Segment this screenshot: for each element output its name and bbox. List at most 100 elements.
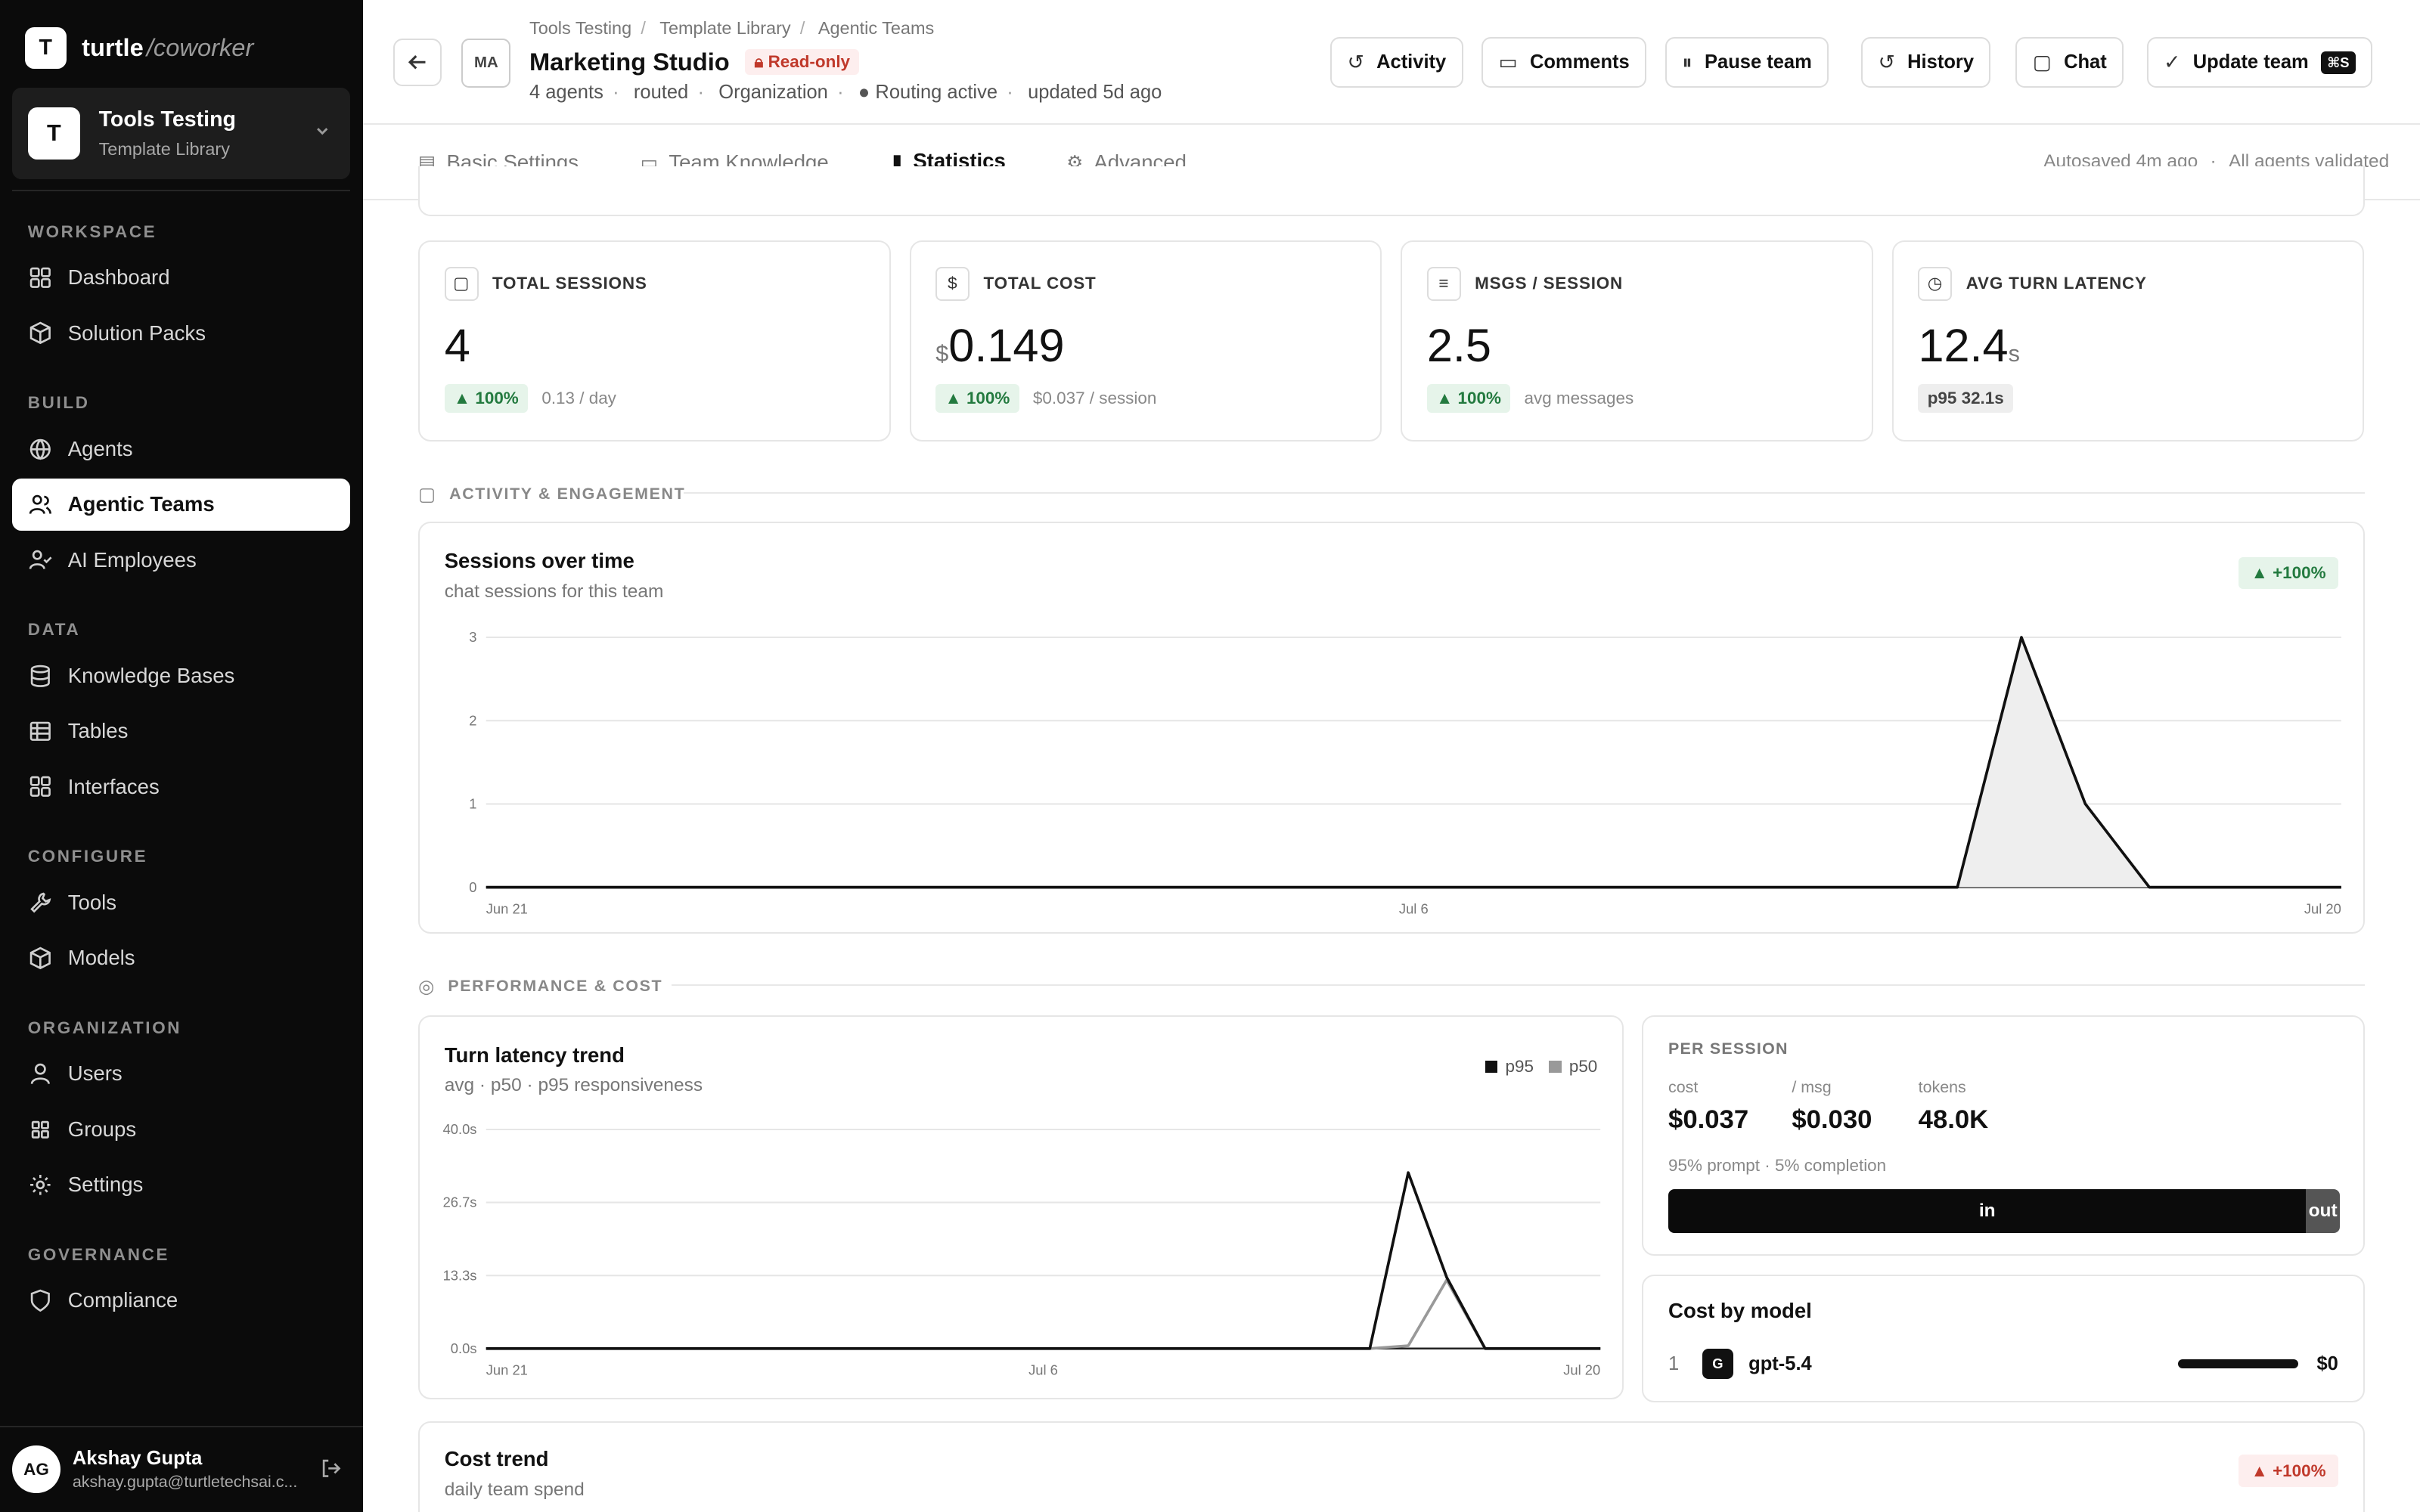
groups-icon	[28, 1117, 53, 1142]
gear-icon	[28, 1173, 53, 1198]
model-name: gpt-5.4	[1748, 1352, 1812, 1374]
sidebar-item-interfaces[interactable]: Interfaces	[12, 761, 350, 813]
workspace-sub: Template Library	[98, 138, 230, 159]
team-meta: 4 agents · routed · Organization · ● Routin…	[529, 82, 1162, 104]
chat-label: Chat	[2064, 51, 2107, 73]
nav-section-configure: CONFIGURE	[27, 847, 148, 866]
nav-section-organization: ORGANIZATION	[27, 1018, 182, 1037]
section-performance: ◎ PERFORMANCE & COST	[418, 975, 662, 998]
brand-suffix: /coworker	[146, 33, 254, 62]
stat-badge: p95 32.1s	[1918, 384, 2013, 414]
per-session-card: PER SESSION cost $0.037 / msg $0.030 token…	[1642, 1015, 2365, 1256]
breadcrumb-item[interactable]: Agentic Teams	[818, 18, 934, 38]
sidebar-item-compliance[interactable]: Compliance	[12, 1275, 350, 1327]
latency-chart-card: Turn latency trend avg · p50 · p95 respo…	[418, 1015, 1624, 1399]
comments-button[interactable]: ▭ Comments	[1481, 36, 1647, 88]
sidebar-item-groups[interactable]: Groups	[12, 1103, 350, 1155]
chat-icon: ▢	[2032, 51, 2052, 74]
avatar: AG	[12, 1445, 60, 1494]
stat-value: 4	[444, 320, 470, 372]
chat-button[interactable]: ▢ Chat	[2015, 36, 2124, 88]
y-tick-label: 0	[469, 879, 476, 895]
history-label: History	[1907, 51, 1974, 73]
history-button[interactable]: ↺ History	[1861, 36, 1991, 88]
token-split-bar: in out	[1668, 1189, 2340, 1233]
meta-routing: ● Routing active	[858, 82, 997, 104]
sidebar-item-solution-packs[interactable]: Solution Packs	[12, 307, 350, 359]
breadcrumb-item[interactable]: Template Library	[659, 18, 790, 38]
pause-label: Pause team	[1705, 51, 1812, 73]
sidebar-item-tools[interactable]: Tools	[12, 876, 350, 928]
sidebar-item-settings[interactable]: Settings	[12, 1159, 350, 1211]
update-team-button[interactable]: ✓ Update team ⌘S	[2146, 36, 2373, 88]
stat-card-total-sessions: ▢ TOTAL SESSIONS 4 ▲ 100% 0.13 / day	[418, 240, 891, 442]
series-line-p95	[486, 1171, 1601, 1350]
shield-icon	[28, 1288, 53, 1313]
x-tick-label: Jun 21	[486, 1362, 528, 1377]
sidebar-item-label: Solution Packs	[67, 321, 206, 345]
activity-button[interactable]: ↺ Activity	[1330, 36, 1463, 88]
comments-label: Comments	[1529, 51, 1630, 73]
pause-icon: ⏸︎	[1682, 50, 1692, 73]
sidebar-item-label: Models	[67, 946, 135, 970]
series-area	[486, 637, 2341, 888]
sidebar-item-label: Knowledge Bases	[67, 663, 235, 687]
meta-updated: updated 5d ago	[1028, 82, 1162, 104]
user-name: Akshay Gupta	[72, 1447, 203, 1469]
activity-label: Activity	[1376, 51, 1447, 73]
sidebar-item-label: Groups	[67, 1117, 137, 1141]
dollar-icon: $	[935, 266, 970, 301]
model-cost-value: $0	[2316, 1352, 2338, 1374]
user-email: akshay.gupta@turtletechsai.c...	[72, 1472, 298, 1491]
back-button[interactable]	[393, 39, 442, 87]
user-profile[interactable]: AG Akshay Gupta akshay.gupta@turtletechs…	[0, 1425, 363, 1512]
sidebar-item-knowledge-bases[interactable]: Knowledge Bases	[12, 649, 350, 702]
sidebar-item-tables[interactable]: Tables	[12, 705, 350, 758]
x-tick-label: Jul 20	[2304, 900, 2341, 916]
shortcut-badge: ⌘S	[2321, 51, 2356, 74]
sidebar-item-agentic-teams[interactable]: Agentic Teams	[12, 478, 351, 531]
message-icon: ▢	[418, 484, 437, 505]
layout-icon	[28, 774, 53, 799]
stat-label: ▢ TOTAL SESSIONS	[444, 266, 647, 301]
check-icon: ✓	[2164, 51, 2181, 74]
comments-icon: ▭	[1498, 51, 1518, 74]
stat-value: $0.149	[935, 320, 1065, 372]
sidebar-item-agents[interactable]: Agents	[12, 423, 350, 475]
stat-label: ≡ MSGS / SESSION	[1426, 266, 1623, 301]
update-label: Update team	[2192, 51, 2309, 73]
completion-share-bar: out	[2306, 1189, 2340, 1233]
breadcrumb-item[interactable]: Tools Testing	[529, 18, 631, 38]
user-icon	[28, 1061, 53, 1086]
stat-footer: ▲ 100% 0.13 / day	[444, 384, 616, 414]
workspace-switcher[interactable]: T Tools Testing Template Library	[12, 88, 351, 179]
stat-card-msgs-session: ≡ MSGS / SESSION 2.5 ▲ 100% avg messages	[1401, 240, 1873, 442]
metric-cost: cost $0.037	[1668, 1078, 1749, 1134]
page-header: MA Tools Testing / Template Library / Agen…	[362, 0, 2420, 125]
cube-icon	[28, 946, 53, 971]
y-tick-label: 40.0s	[443, 1121, 477, 1137]
sidebar-item-models[interactable]: Models	[12, 932, 350, 984]
cost-by-model-card: Cost by model 1 G gpt-5.4 $0	[1642, 1274, 2365, 1403]
prompt-share-bar: in	[1668, 1189, 2307, 1233]
brand-logo: T	[24, 26, 67, 69]
sidebar-item-dashboard[interactable]: Dashboard	[12, 252, 350, 304]
chevron-down-icon	[313, 122, 331, 145]
timer-icon: ◷	[1918, 266, 1953, 301]
collapsed-card	[418, 166, 2365, 216]
model-cost-row[interactable]: 1 G gpt-5.4 $0	[1668, 1347, 2338, 1381]
globe-icon	[28, 437, 53, 462]
logout-icon[interactable]	[319, 1456, 344, 1487]
statistics-panel: ▢ TOTAL SESSIONS 4 ▲ 100% 0.13 / day $ TOTAL C…	[363, 166, 2420, 1512]
brand[interactable]: T turtle/coworker	[0, 0, 363, 96]
package-icon	[28, 321, 53, 345]
stat-value: 12.4s	[1918, 320, 2020, 372]
chat-lines-icon: ≡	[1426, 266, 1461, 301]
pause-team-button[interactable]: ⏸︎ Pause team	[1665, 36, 1829, 88]
sidebar-item-ai-employees[interactable]: AI Employees	[12, 534, 350, 586]
sidebar-item-label: Tables	[67, 719, 129, 743]
section-rule	[671, 984, 2365, 987]
sidebar-item-label: Tools	[67, 890, 117, 914]
sidebar-item-users[interactable]: Users	[12, 1048, 350, 1100]
sidebar-item-label: AI Employees	[67, 547, 197, 572]
